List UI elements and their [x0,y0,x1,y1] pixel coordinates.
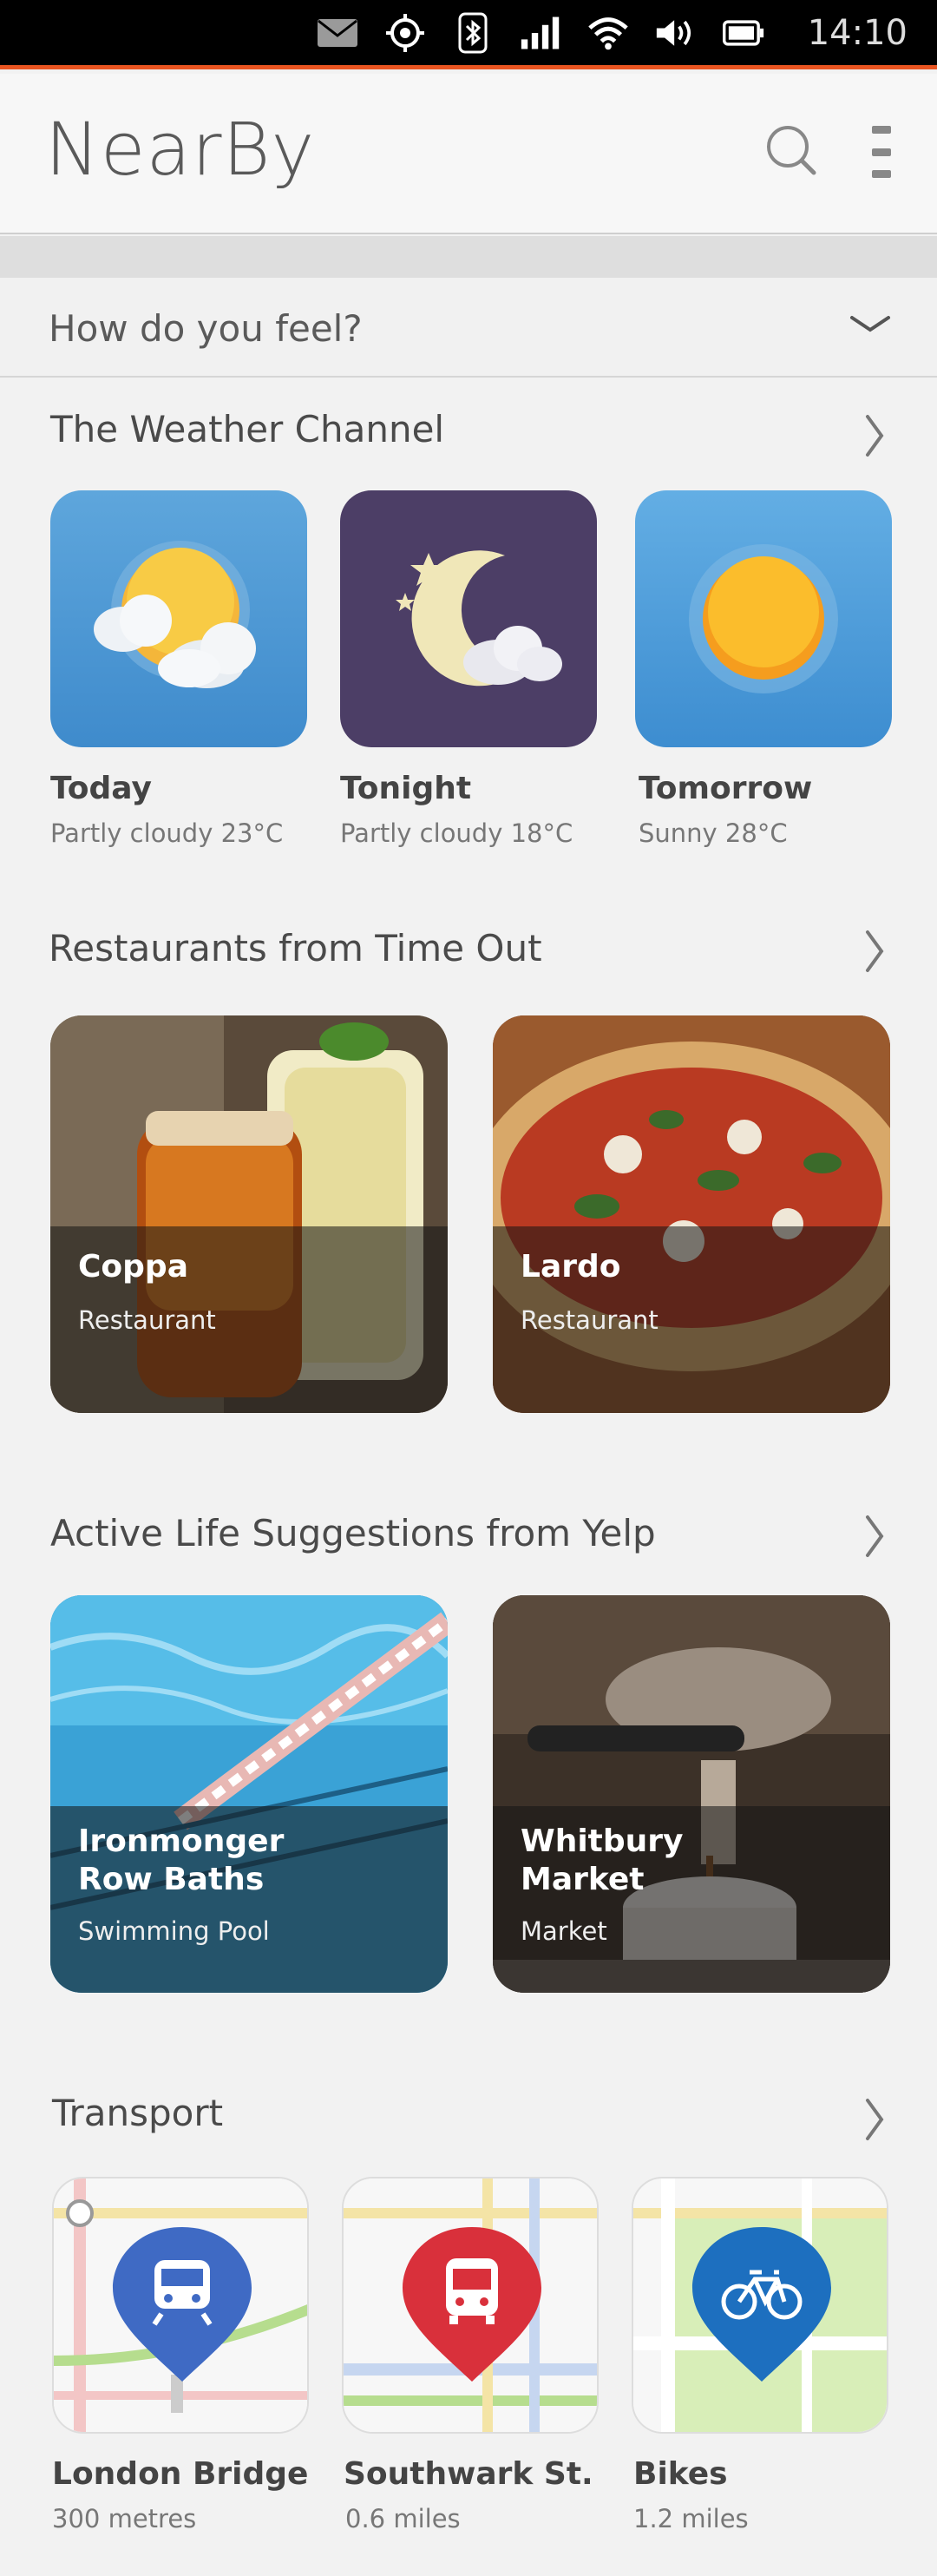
active-card-whitbury[interactable]: Whitbury Market Market [493,1595,890,1993]
active-type: Swimming Pool [78,1916,270,1946]
weather-tonight-title: Tonight [340,771,472,806]
feeling-label: How do you feel? [49,307,363,350]
chevron-right-icon[interactable] [862,411,887,460]
transport-tile-london-bridge[interactable] [52,2177,309,2434]
transport-name-bikes: Bikes [633,2456,728,2492]
weather-tile-tonight[interactable] [340,490,597,747]
signal-icon [520,14,561,52]
overflow-menu-button[interactable] [864,126,899,178]
weather-tomorrow-title: Tomorrow [639,771,813,806]
page-title: NearBy [45,107,316,192]
transport-name-london-bridge: London Bridge [52,2456,309,2492]
active-life-section-title[interactable]: Active Life Suggestions from Yelp [50,1512,656,1554]
search-button[interactable] [763,122,819,178]
clock: 14:10 [807,12,908,53]
bike-map-illustration [633,2178,887,2432]
weather-tonight-desc: Partly cloudy 18°C [340,818,573,848]
chevron-down-icon [850,316,890,332]
transport-section-title[interactable]: Transport [52,2092,223,2134]
weather-tomorrow-desc: Sunny 28°C [639,818,788,848]
menu-dot-icon [872,126,891,134]
wifi-icon [587,14,629,52]
location-icon [384,13,426,52]
restaurants-section-title[interactable]: Restaurants from Time Out [49,927,542,969]
night-cloudy-icon [396,550,562,687]
mail-icon [317,14,358,52]
bus-map-illustration [344,2178,597,2432]
weather-section-title[interactable]: The Weather Channel [50,408,444,450]
weather-tile-today[interactable] [50,490,307,747]
chevron-right-icon[interactable] [862,2095,887,2144]
active-name-line2: Row Baths [78,1862,265,1897]
volume-icon [655,14,697,52]
active-card-ironmonger[interactable]: Ironmonger Row Baths Swimming Pool [50,1595,448,1993]
restaurant-type: Restaurant [78,1305,216,1335]
active-type: Market [521,1916,607,1946]
menu-dot-icon [872,148,891,156]
restaurant-name: Coppa [78,1249,188,1285]
weather-today-title: Today [50,771,152,806]
battery-icon [722,14,764,52]
partly-cloudy-icon [94,541,256,688]
transport-distance-london-bridge: 300 metres [52,2504,197,2533]
active-name-line1: Ironmonger [78,1824,285,1859]
menu-dot-icon [872,170,891,178]
divider-band [0,236,937,278]
restaurant-card-coppa[interactable]: Coppa Restaurant [50,1015,448,1413]
bluetooth-icon [452,12,494,53]
sun-icon [689,544,838,693]
active-name-line1: Whitbury [521,1824,684,1859]
restaurant-type: Restaurant [521,1305,659,1335]
restaurant-card-lardo[interactable]: Lardo Restaurant [493,1015,890,1413]
chevron-right-icon[interactable] [862,927,887,976]
weather-today-desc: Partly cloudy 23°C [50,818,284,848]
transport-name-southwark: Southwark St. [344,2456,593,2492]
search-icon [767,126,816,175]
restaurant-name: Lardo [521,1249,621,1285]
transport-tile-bikes[interactable] [632,2177,888,2434]
feeling-dropdown[interactable]: How do you feel? [0,278,937,378]
active-name-line2: Market [521,1862,645,1897]
chevron-right-icon[interactable] [862,1512,887,1561]
weather-tile-tomorrow[interactable] [635,490,892,747]
bus-icon [446,2258,498,2324]
status-bar: 14:10 [0,0,937,69]
tube-map-illustration [54,2178,307,2432]
app-header: NearBy [0,74,937,234]
transport-tile-southwark[interactable] [342,2177,599,2434]
transport-distance-southwark: 0.6 miles [345,2504,461,2533]
transport-distance-bikes: 1.2 miles [633,2504,749,2533]
